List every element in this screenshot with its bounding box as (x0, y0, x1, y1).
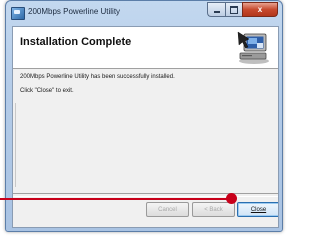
page-title: Installation Complete (20, 36, 132, 48)
minimize-button[interactable] (207, 2, 225, 17)
computer-install-icon (237, 31, 269, 64)
callout-dot (226, 193, 237, 204)
close-button-label: Close (250, 206, 267, 213)
content-edge (15, 103, 16, 187)
window-close-button[interactable]: x (242, 2, 278, 17)
cancel-button[interactable]: Cancel (146, 202, 189, 217)
close-icon: x (257, 5, 263, 14)
button-separator (13, 193, 278, 197)
title-bar[interactable]: 200Mbps Powerline Utility x (6, 1, 282, 26)
dialog-header: Installation Complete (13, 27, 278, 69)
back-button[interactable]: < Back (192, 202, 235, 217)
success-message: 200Mbps Powerline Utility has been succe… (20, 74, 175, 80)
close-button[interactable]: Close (237, 202, 278, 217)
back-button-label: < Back (204, 206, 223, 213)
powerline-app-icon (11, 7, 25, 20)
cancel-button-label: Cancel (158, 206, 177, 213)
maximize-button[interactable] (225, 2, 242, 17)
maximize-icon (230, 5, 238, 14)
callout-line (0, 198, 233, 200)
window-title: 200Mbps Powerline Utility (28, 7, 121, 16)
exit-instruction: Click "Close" to exit. (20, 88, 74, 94)
caption-buttons: x (207, 2, 278, 17)
minimize-icon (213, 11, 220, 13)
